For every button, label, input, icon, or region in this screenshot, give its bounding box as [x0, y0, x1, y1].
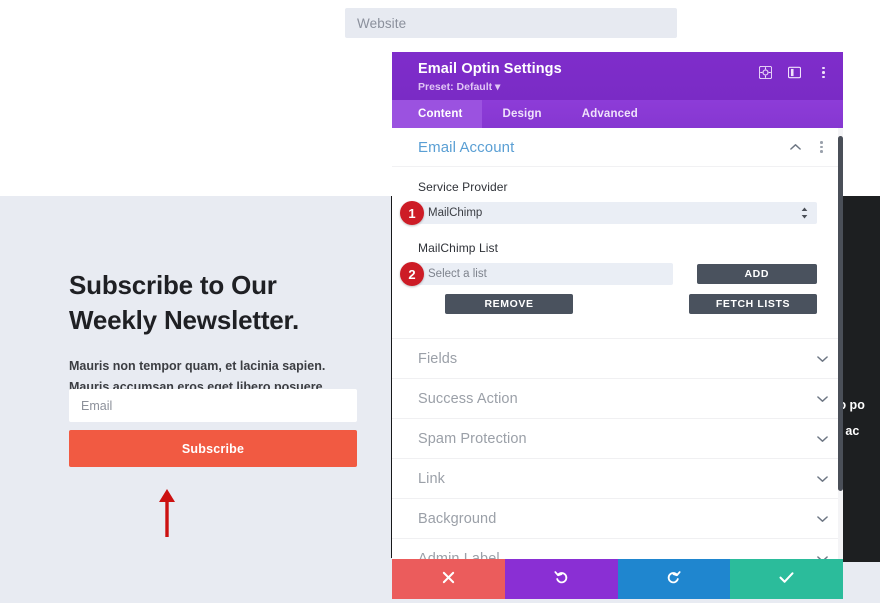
chevron-down-icon[interactable] [816, 352, 829, 365]
email-account-title: Email Account [418, 138, 515, 156]
service-provider-select-row: 1 MailChimp [400, 201, 817, 225]
modal-preset-selector[interactable]: Preset: Default ▾ [418, 81, 827, 93]
tab-content[interactable]: Content [392, 100, 483, 128]
step-badge-2: 2 [400, 262, 424, 286]
newsletter-heading: Subscribe to Our Weekly Newsletter. [69, 270, 300, 335]
dark-column-line-2: uris ac [841, 424, 860, 438]
close-icon [442, 571, 455, 588]
chevron-down-icon[interactable] [816, 392, 829, 405]
email-account-header-tools [789, 140, 829, 155]
section-link-label: Link [418, 470, 445, 487]
section-spam-protection-label: Spam Protection [418, 430, 527, 447]
service-provider-label: Service Provider [418, 180, 508, 194]
redo-icon [666, 570, 681, 589]
step-badge-1: 1 [400, 201, 424, 225]
more-vertical-icon[interactable] [816, 65, 831, 80]
mailchimp-list-value: Select a list [428, 268, 487, 280]
annotation-arrow-up-icon [159, 489, 175, 537]
mailchimp-list-select-row: 2 Select a list ADD [400, 262, 817, 286]
section-success-action[interactable]: Success Action [392, 378, 843, 418]
section-fields-label: Fields [418, 350, 458, 367]
layout-panel-icon[interactable] [787, 65, 802, 80]
undo-button[interactable] [504, 559, 618, 599]
section-link[interactable]: Link [392, 458, 843, 498]
chevron-up-icon[interactable] [789, 141, 802, 154]
modal-scrollbar-track[interactable] [838, 128, 843, 559]
modal-footer [392, 559, 843, 599]
service-provider-field: Service Provider 1 MailChimp [392, 167, 843, 225]
modal-header: Email Optin Settings Preset: Default ▾ [392, 52, 843, 100]
remove-account-button[interactable]: REMOVE [445, 294, 573, 314]
modal-tabbar: Content Design Advanced [392, 100, 843, 128]
section-background[interactable]: Background [392, 498, 843, 538]
subscribe-button[interactable]: Subscribe [69, 430, 357, 467]
tab-design[interactable]: Design [482, 100, 561, 128]
modal-header-icons [758, 65, 831, 80]
stepper-arrows-icon [801, 207, 808, 219]
service-provider-select[interactable]: MailChimp [418, 202, 817, 224]
collapsed-sections-list: Fields Success Action Spam Protection Li… [392, 338, 843, 559]
section-success-action-label: Success Action [418, 390, 518, 407]
dark-content-column: bero po uris ac [841, 196, 880, 562]
mailchimp-list-field: MailChimp List 2 Select a list ADD REMOV… [392, 224, 843, 314]
list-action-buttons: REMOVE FETCH LISTS [418, 294, 817, 314]
undo-icon [554, 570, 569, 589]
chevron-down-icon[interactable] [816, 512, 829, 525]
dark-column-line-1: bero po [841, 398, 865, 412]
tab-advanced[interactable]: Advanced [562, 100, 658, 128]
section-fields[interactable]: Fields [392, 338, 843, 378]
check-icon [779, 571, 794, 588]
chevron-down-icon[interactable] [816, 432, 829, 445]
chevron-down-icon[interactable] [816, 472, 829, 485]
website-field[interactable]: Website [345, 8, 677, 38]
mailchimp-list-label: MailChimp List [418, 241, 499, 255]
email-input[interactable]: Email [69, 389, 357, 422]
preset-label: Preset: Default [418, 81, 496, 93]
fetch-lists-button[interactable]: FETCH LISTS [689, 294, 817, 314]
email-optin-settings-modal: Email Optin Settings Preset: Default ▾ C… [391, 52, 843, 603]
section-more-vertical-icon[interactable] [814, 140, 829, 155]
add-list-button[interactable]: ADD [696, 264, 817, 284]
section-background-label: Background [418, 510, 497, 527]
cancel-button[interactable] [392, 559, 505, 599]
service-provider-value: MailChimp [428, 207, 483, 219]
section-admin-label[interactable]: Admin Label [392, 538, 843, 559]
modal-body: Email Account Service Provider 1 MailChi… [392, 128, 843, 559]
target-icon[interactable] [758, 65, 773, 80]
chevron-down-icon[interactable] [816, 552, 829, 559]
preset-caret-icon: ▾ [495, 81, 501, 93]
modal-scrollbar-thumb[interactable] [838, 136, 843, 491]
mailchimp-list-select[interactable]: Select a list [418, 263, 673, 285]
save-button[interactable] [730, 559, 843, 599]
section-spam-protection[interactable]: Spam Protection [392, 418, 843, 458]
section-admin-label-label: Admin Label [418, 550, 500, 560]
email-account-section-header[interactable]: Email Account [392, 128, 843, 167]
redo-button[interactable] [617, 559, 731, 599]
